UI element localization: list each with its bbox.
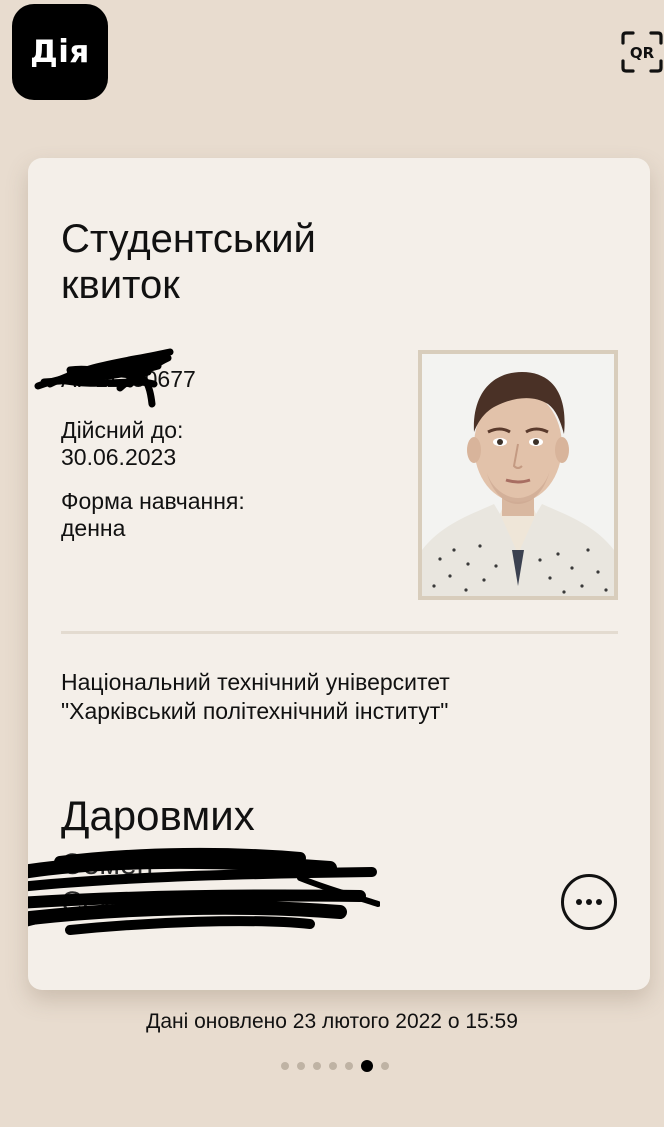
university-line-1: Національний технічний університет: [61, 669, 450, 695]
student-card[interactable]: Студентський квиток АГ 11230677 Дійсний …: [28, 158, 650, 990]
portrait-image: [422, 354, 614, 596]
card-pagination[interactable]: [281, 1059, 389, 1073]
card-title: Студентський квиток: [61, 217, 316, 307]
valid-until-label: Дійсний до:: [61, 417, 184, 443]
study-form-value: денна: [61, 515, 126, 541]
dot-icon: [586, 899, 592, 905]
more-options-button[interactable]: [561, 874, 617, 930]
first-name: Семен: [61, 848, 154, 881]
dot-icon: [596, 899, 602, 905]
logo-text: Дія: [30, 34, 90, 70]
university-name: Національний технічний університет "Харк…: [61, 668, 621, 726]
student-surname: Даровмих: [61, 792, 255, 839]
study-form-label: Форма навчання:: [61, 488, 245, 514]
card-divider: [61, 631, 618, 634]
diia-logo: Дія: [12, 4, 108, 100]
document-number: АГ 11230677: [61, 366, 196, 392]
university-line-2: "Харківський політехнічний інститут": [61, 698, 449, 724]
page-dot[interactable]: [297, 1062, 305, 1070]
student-photo: [418, 350, 618, 600]
qr-icon: QR: [621, 31, 663, 73]
valid-until-value: 30.06.2023: [61, 444, 177, 470]
svg-text:QR: QR: [630, 44, 655, 62]
patronymic: Семенович: [61, 886, 219, 919]
qr-scan-button[interactable]: QR: [620, 30, 664, 74]
page-dot[interactable]: [313, 1062, 321, 1070]
page-dot[interactable]: [345, 1062, 353, 1070]
data-updated-text: Дані оновлено 23 лютого 2022 о 15:59: [146, 1010, 518, 1033]
page-dot[interactable]: [329, 1062, 337, 1070]
dot-icon: [576, 899, 582, 905]
student-given-name: Семен Семенович: [61, 846, 218, 922]
page-dot[interactable]: [381, 1062, 389, 1070]
page-dot[interactable]: [281, 1062, 289, 1070]
page-dot-active[interactable]: [361, 1060, 373, 1072]
